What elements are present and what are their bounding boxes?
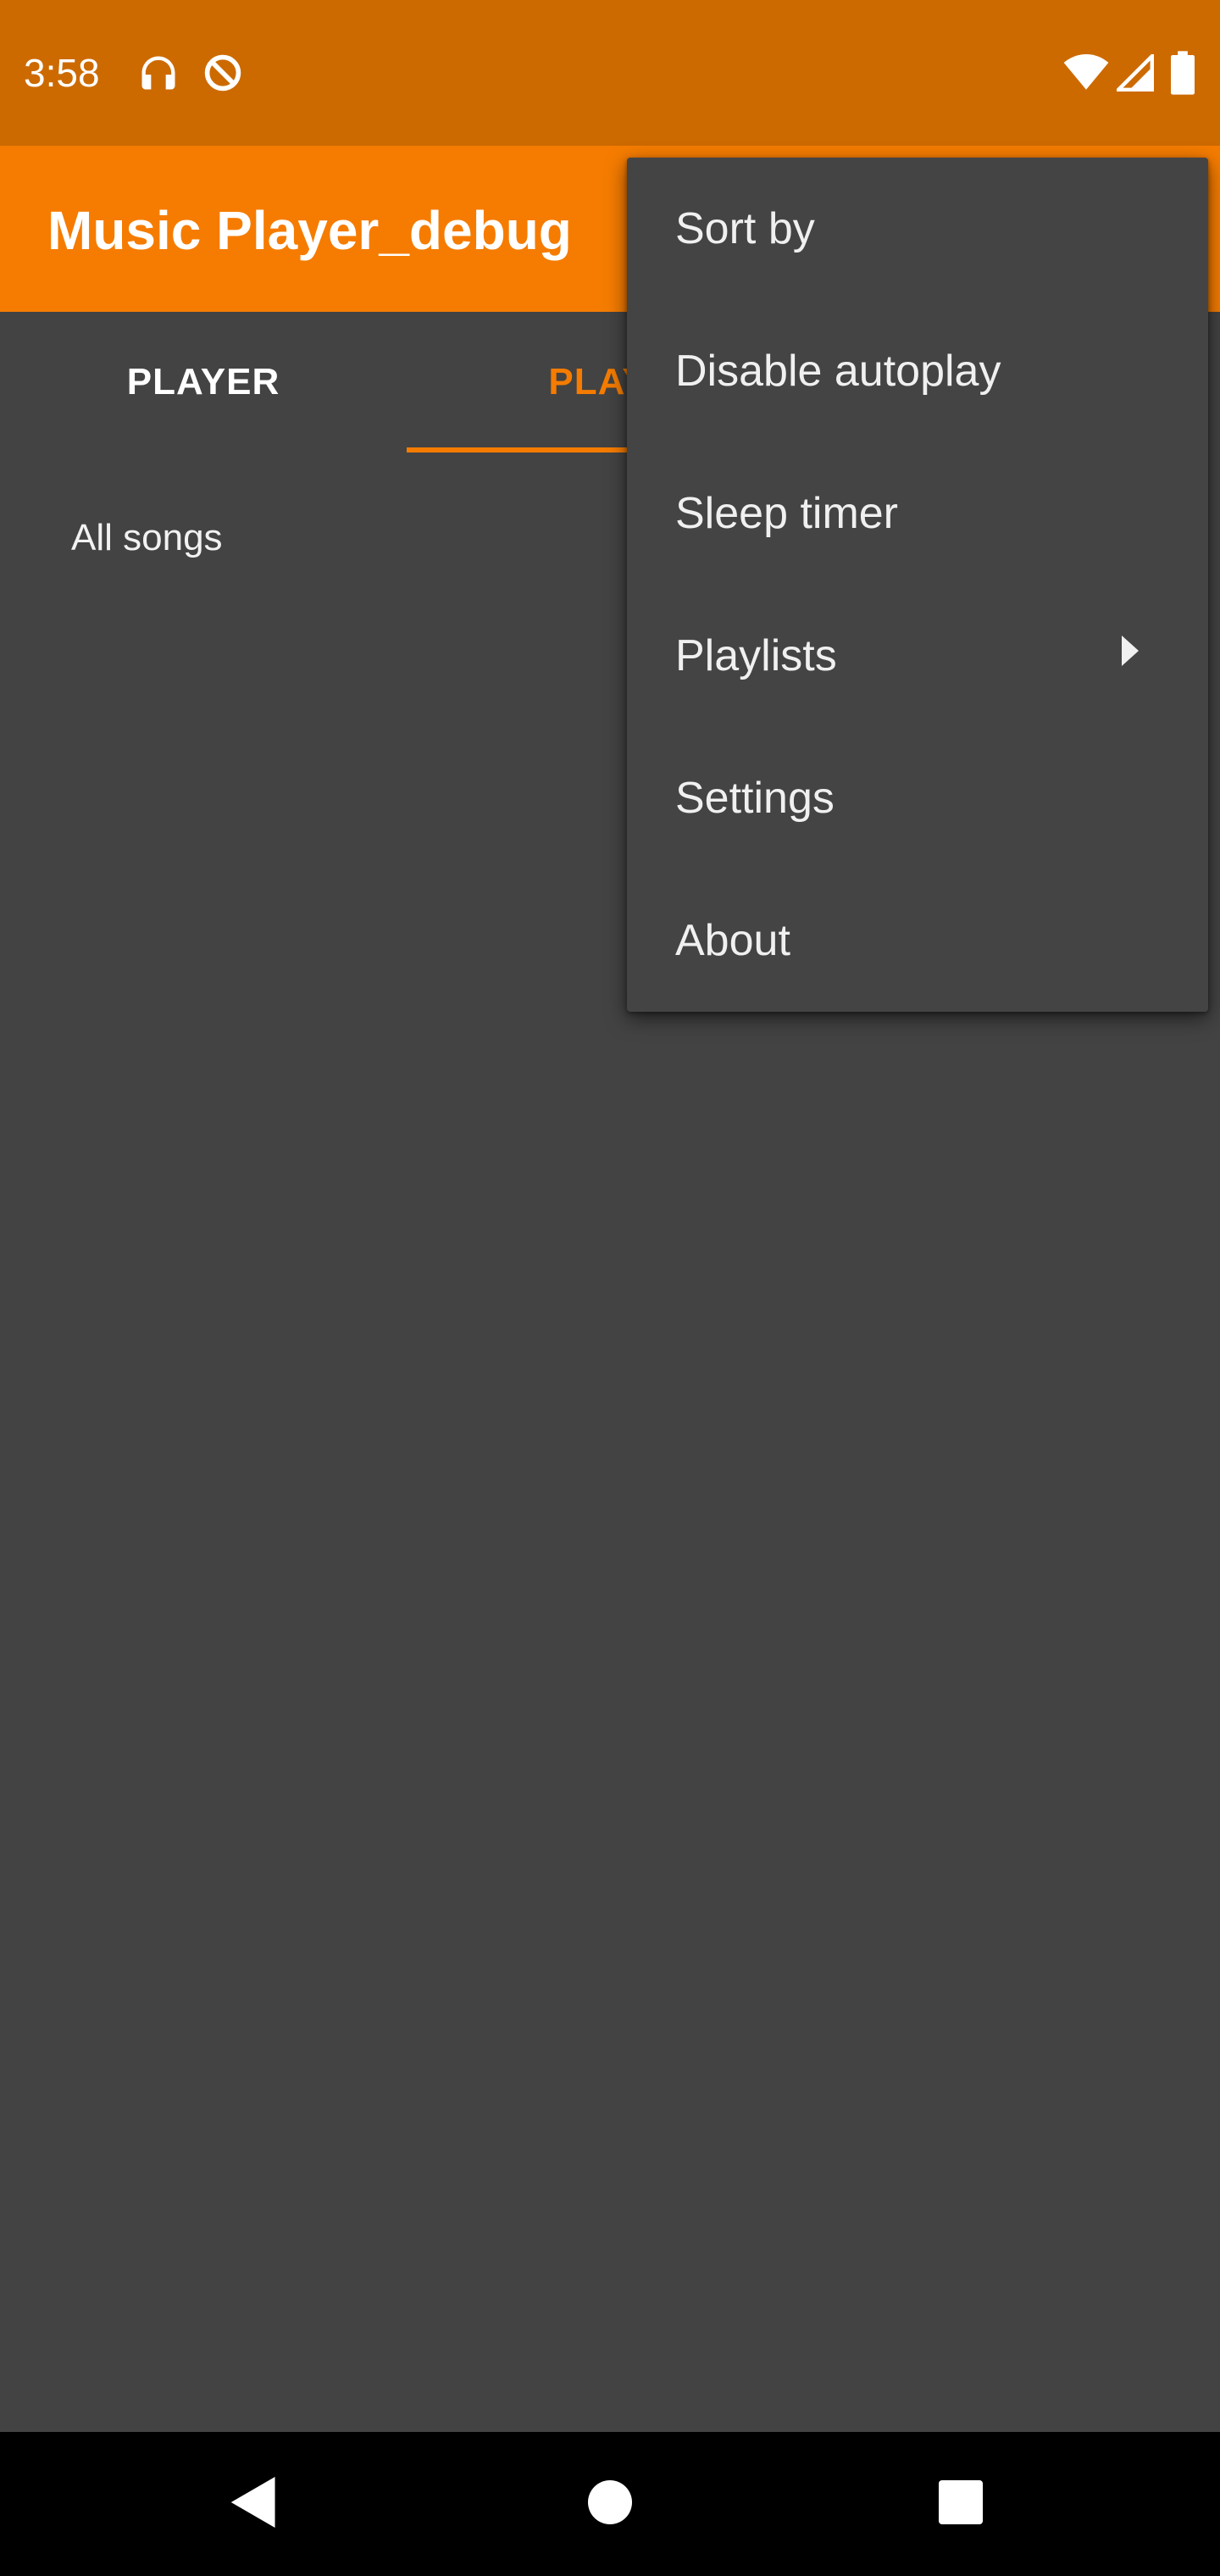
wifi-icon	[1062, 54, 1110, 92]
list-item-all-songs[interactable]: All songs	[71, 515, 223, 561]
status-time: 3:58	[24, 51, 100, 95]
menu-item-sleep-timer[interactable]: Sleep timer	[627, 442, 1208, 585]
menu-item-label: Disable autoplay	[675, 347, 1001, 396]
submenu-arrow-icon	[1122, 636, 1139, 666]
menu-item-sort-by[interactable]: Sort by	[627, 158, 1208, 300]
menu-item-about[interactable]: About	[627, 869, 1208, 1012]
home-button[interactable]	[525, 2432, 695, 2576]
back-icon	[230, 2476, 278, 2532]
overflow-menu: Sort by Disable autoplay Sleep timer Pla…	[627, 158, 1208, 1012]
menu-item-label: Settings	[675, 774, 835, 823]
home-icon	[588, 2479, 632, 2529]
headphones-icon	[136, 51, 181, 95]
battery-icon	[1171, 51, 1195, 95]
menu-item-settings[interactable]: Settings	[627, 727, 1208, 869]
tab-player[interactable]: PLAYER	[0, 312, 407, 452]
recents-button[interactable]	[876, 2432, 1045, 2576]
back-button[interactable]	[169, 2432, 339, 2576]
menu-item-playlists[interactable]: Playlists	[627, 585, 1208, 727]
menu-item-label: Sort by	[675, 204, 815, 253]
status-bar: 3:58	[0, 0, 1220, 146]
menu-item-disable-autoplay[interactable]: Disable autoplay	[627, 300, 1208, 442]
data-saver-icon	[200, 51, 246, 95]
cell-signal-icon	[1117, 54, 1154, 92]
app-title: Music Player_debug	[47, 200, 572, 261]
menu-item-label: Sleep timer	[675, 489, 898, 538]
menu-item-label: About	[675, 916, 790, 965]
screen: 3:58 Music Player_debug PLAYER PLAYL All…	[0, 0, 1220, 2576]
recents-icon	[939, 2479, 983, 2529]
menu-item-label: Playlists	[675, 631, 837, 680]
navigation-bar	[0, 2432, 1220, 2576]
